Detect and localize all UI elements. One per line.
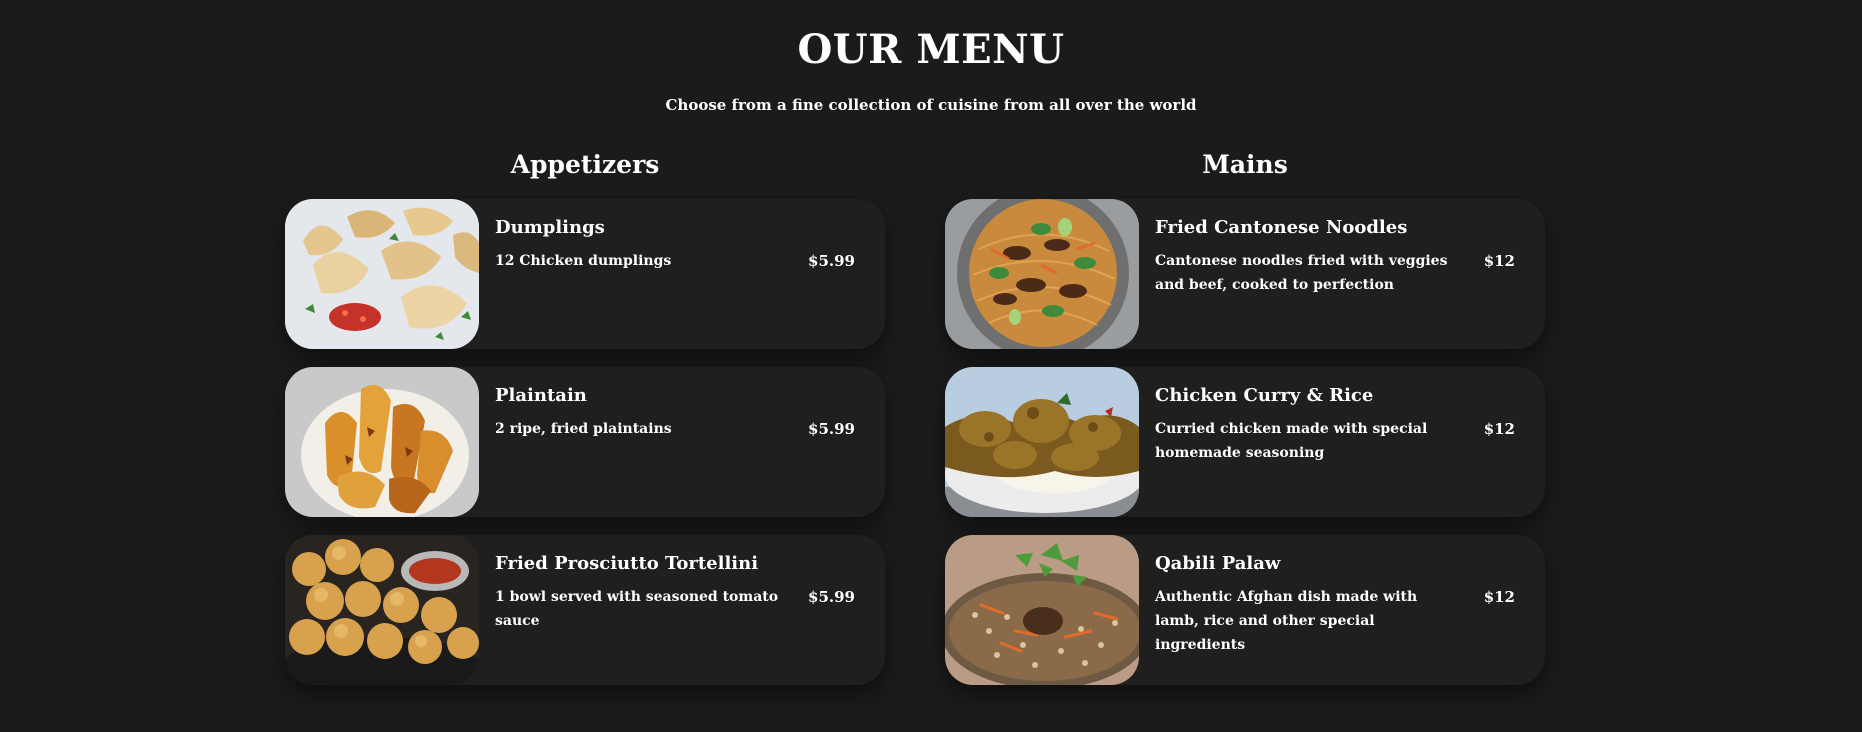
item-name: Chicken Curry & Rice xyxy=(1155,385,1374,406)
plantains-photo-image xyxy=(285,367,479,517)
menu-page: OUR MENU Choose from a fine collection o… xyxy=(0,0,1862,732)
page-subtitle: Choose from a fine collection of cuisine… xyxy=(665,96,1197,114)
appetizers-list: Dumplings 12 Chicken dumplings $5.99 Pla… xyxy=(285,199,885,685)
menu-item-card[interactable]: Plaintain 2 ripe, fried plaintains $5.99 xyxy=(285,367,885,517)
dish-image xyxy=(945,535,1139,685)
dish-image xyxy=(945,199,1139,349)
item-name: Qabili Palaw xyxy=(1155,553,1281,574)
mains-section: Mains Fried Cantonese Noodles Cantonese … xyxy=(945,145,1545,685)
menu-item-card[interactable]: Dumplings 12 Chicken dumplings $5.99 xyxy=(285,199,885,349)
item-price: $12 xyxy=(1483,252,1515,270)
item-name: Plaintain xyxy=(495,385,587,406)
appetizers-section: Appetizers Dumplings 12 Chicken dumpling… xyxy=(285,145,885,685)
item-name: Fried Prosciutto Tortellini xyxy=(495,553,759,574)
curry-photo-image xyxy=(945,367,1139,517)
item-price: $5.99 xyxy=(808,588,855,606)
section-title-mains: Mains xyxy=(1202,150,1288,179)
page-title: OUR MENU xyxy=(797,26,1065,73)
item-price: $12 xyxy=(1483,420,1515,438)
dish-image xyxy=(285,199,479,349)
item-description: 12 Chicken dumplings xyxy=(495,253,672,269)
tortellini-photo-image xyxy=(285,535,479,685)
dish-image xyxy=(945,367,1139,517)
item-description: Authentic Afghan dish made with lamb, ri… xyxy=(1155,589,1418,653)
menu-item-card[interactable]: Chicken Curry & Rice Curried chicken mad… xyxy=(945,367,1545,517)
section-title-appetizers: Appetizers xyxy=(510,150,660,179)
menu-item-card[interactable]: Fried Prosciutto Tortellini 1 bowl serve… xyxy=(285,535,885,685)
palaw-photo-image xyxy=(945,535,1139,685)
item-description: 2 ripe, fried plaintains xyxy=(495,421,672,437)
item-description: 1 bowl served with seasoned tomato sauce xyxy=(495,589,779,629)
item-name: Fried Cantonese Noodles xyxy=(1155,217,1408,238)
item-price: $12 xyxy=(1483,588,1515,606)
item-name: Dumplings xyxy=(495,217,605,238)
item-description: Cantonese noodles fried with veggies and… xyxy=(1155,253,1448,293)
dish-image xyxy=(285,367,479,517)
item-price: $5.99 xyxy=(808,420,855,438)
item-price: $5.99 xyxy=(808,252,855,270)
noodles-photo-image xyxy=(945,199,1139,349)
menu-item-card[interactable]: Qabili Palaw Authentic Afghan dish made … xyxy=(945,535,1545,685)
mains-list: Fried Cantonese Noodles Cantonese noodle… xyxy=(945,199,1545,685)
dish-image xyxy=(285,535,479,685)
menu-item-card[interactable]: Fried Cantonese Noodles Cantonese noodle… xyxy=(945,199,1545,349)
item-description: Curried chicken made with special homema… xyxy=(1155,421,1428,461)
dumplings-photo-image xyxy=(285,199,479,349)
